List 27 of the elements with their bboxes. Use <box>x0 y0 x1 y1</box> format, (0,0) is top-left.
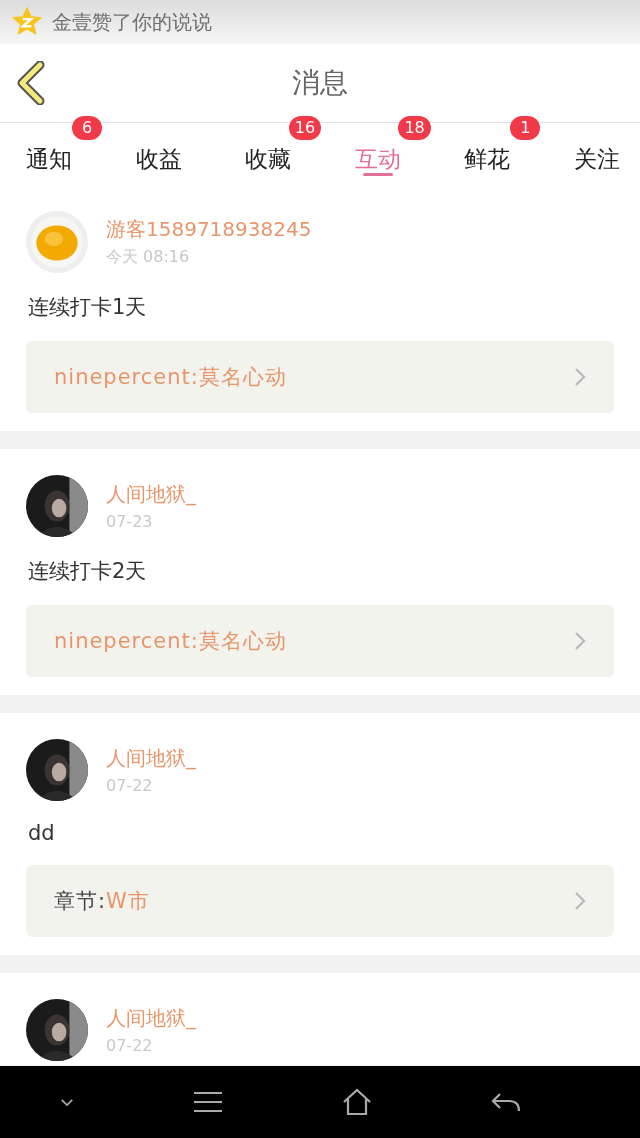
count-badge: 6 <box>72 116 102 140</box>
linked-item[interactable]: 章节:W市 <box>26 865 614 937</box>
chevron-right-icon <box>574 367 586 387</box>
tab[interactable]: 收益 <box>135 143 182 175</box>
user-name[interactable]: 游客1589718938245 <box>106 216 312 243</box>
count-badge: 16 <box>288 116 322 140</box>
linked-item[interactable]: ninepercent:莫名心动 <box>26 605 614 677</box>
back-button[interactable] <box>16 61 46 108</box>
chevron-down-icon <box>59 1097 74 1107</box>
chevron-right-icon <box>574 631 586 651</box>
linked-item[interactable]: ninepercent:莫名心动 <box>26 341 614 413</box>
count-badge: 1 <box>510 116 541 140</box>
chevron-right-icon <box>574 891 586 911</box>
notification-text: 金壹赞了你的说说 <box>52 8 212 36</box>
message-text: 连续打卡2天 <box>28 558 148 585</box>
user-name[interactable]: 人间地狱_ <box>106 1005 196 1032</box>
user-name[interactable]: 人间地狱_ <box>106 481 196 508</box>
page-title: 消息 <box>292 65 348 101</box>
tab[interactable]: 通知 <box>26 143 72 175</box>
message-text: dd <box>28 821 56 845</box>
tab[interactable]: 关注 <box>573 143 620 175</box>
message-text: 连续打卡1天 <box>28 294 148 321</box>
tab[interactable]: 收藏 <box>245 143 292 175</box>
tab[interactable]: 互动 <box>354 143 401 175</box>
count-badge: 18 <box>398 116 431 140</box>
tab[interactable]: 鲜花 <box>464 143 511 175</box>
user-name[interactable]: 人间地狱_ <box>106 745 196 772</box>
